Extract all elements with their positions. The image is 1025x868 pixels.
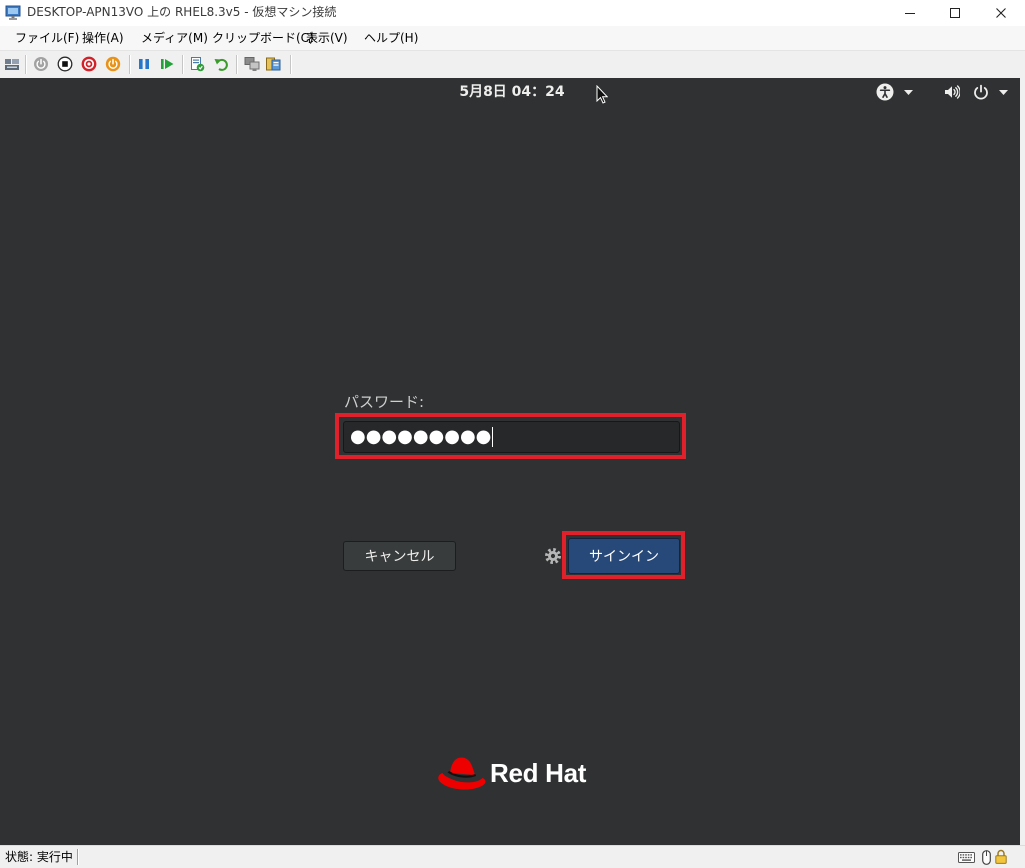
red-hat-logo-icon (436, 754, 488, 792)
menu-bar: ファイル(F) 操作(A) メディア(M) クリップボード(C) 表示(V) ヘ… (0, 26, 1025, 50)
mouse-icon (982, 850, 991, 865)
minimize-button[interactable] (887, 0, 933, 26)
toolbar-separator (236, 55, 238, 74)
mouse-cursor-icon (596, 85, 608, 104)
volume-icon[interactable] (944, 84, 960, 100)
window-right-edge (1020, 78, 1025, 845)
toolbar-separator (290, 55, 292, 74)
share-icon[interactable] (265, 56, 281, 72)
turn-off-icon[interactable] (57, 56, 73, 72)
vm-display[interactable]: 5月8日 04：24 パスワード: ●●●●●●●●● キャンセル サインイン … (0, 78, 1020, 845)
status-bar: 状態: 実行中 (0, 845, 1025, 868)
maximize-button[interactable] (932, 0, 978, 26)
vm-connect-app-icon (5, 5, 21, 21)
accessibility-icon[interactable] (876, 83, 894, 101)
shut-down-icon[interactable] (81, 56, 97, 72)
close-button[interactable] (978, 0, 1024, 26)
menu-help[interactable]: ヘルプ(H) (357, 26, 425, 50)
password-highlight-box (335, 413, 686, 459)
resume-icon[interactable] (159, 56, 175, 72)
ctrl-alt-del-icon[interactable] (4, 56, 20, 72)
enhanced-session-icon[interactable] (244, 56, 260, 72)
sign-in-highlight-box (562, 531, 685, 579)
pause-icon[interactable] (136, 56, 152, 72)
red-hat-logo-text: Red Hat (490, 758, 587, 788)
toolbar (0, 50, 1025, 78)
save-icon[interactable] (105, 56, 121, 72)
menu-action[interactable]: 操作(A) (75, 26, 131, 50)
title-bar: DESKTOP-APN13VO 上の RHEL8.3v5 - 仮想マシン接続 (0, 0, 1025, 26)
power-icon[interactable] (973, 84, 989, 100)
maximize-icon (950, 8, 960, 18)
status-separator (77, 849, 79, 865)
system-menu-chevron-down-icon[interactable] (999, 90, 1008, 95)
toolbar-separator (129, 55, 131, 74)
minimize-icon (905, 8, 915, 18)
toolbar-separator (182, 55, 184, 74)
start-icon[interactable] (33, 56, 49, 72)
lock-icon (995, 849, 1007, 864)
accessibility-menu-chevron-down-icon[interactable] (904, 90, 913, 95)
vm-state-text: 状態: 実行中 (5, 850, 73, 864)
window-title: DESKTOP-APN13VO 上の RHEL8.3v5 - 仮想マシン接続 (27, 5, 337, 19)
revert-icon[interactable] (213, 56, 229, 72)
menu-media[interactable]: メディア(M) (134, 26, 215, 50)
checkpoint-icon[interactable] (189, 56, 205, 72)
cancel-button[interactable]: キャンセル (343, 541, 456, 571)
gear-icon[interactable] (544, 547, 562, 565)
menu-view[interactable]: 表示(V) (299, 26, 355, 50)
close-icon (996, 8, 1006, 18)
toolbar-separator (25, 55, 27, 74)
clock[interactable]: 5月8日 04：24 (0, 83, 1020, 101)
keyboard-icon (958, 852, 975, 863)
password-label: パスワード: (344, 393, 425, 411)
